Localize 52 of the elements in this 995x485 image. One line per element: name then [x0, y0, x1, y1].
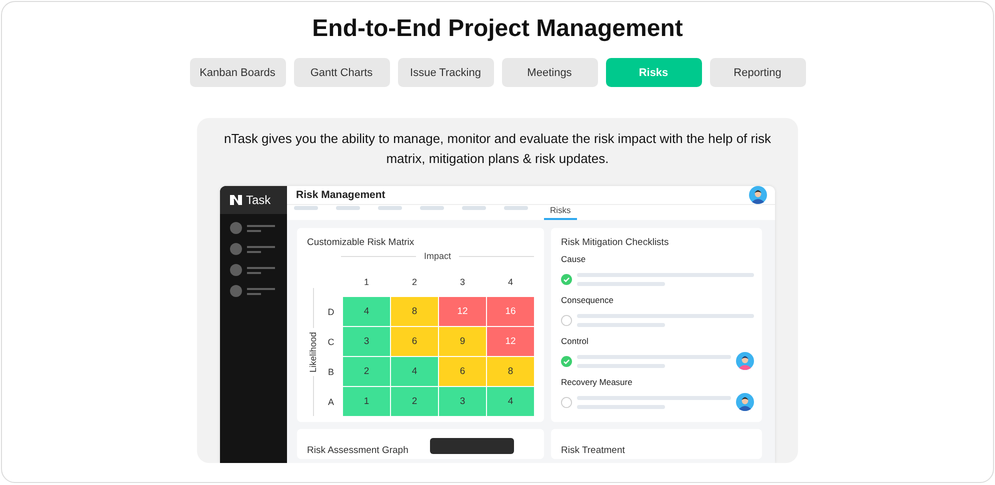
- card-title: Risk Assessment Graph: [307, 445, 408, 456]
- row-header: A: [326, 396, 335, 408]
- column-header: 1: [362, 276, 370, 288]
- checklist-label: Recovery Measure: [561, 377, 634, 387]
- feature-description: nTask gives you the ability to manage, monitor and evaluate the risk impact with the help of risk matrix, mitigation plans & risk updates.: [222, 130, 772, 168]
- feature-tab[interactable]: Issue Tracking: [398, 58, 494, 87]
- row-header: C: [326, 336, 336, 348]
- matrix-cell: 12: [439, 297, 486, 326]
- axis-label: Likelihood: [308, 332, 318, 372]
- column-header: 4: [506, 276, 514, 288]
- logo-text: Task: [246, 193, 271, 207]
- matrix-cell: 6: [391, 327, 438, 356]
- checkbox[interactable]: [561, 314, 572, 326]
- axis-label: Impact: [424, 251, 452, 261]
- matrix-cell: 4: [391, 357, 438, 386]
- column-header: 3: [458, 276, 466, 288]
- matrix-cell: 4: [343, 297, 390, 326]
- feature-tab[interactable]: Kanban Boards: [190, 58, 286, 87]
- column-header: 2: [410, 276, 418, 288]
- feature-tab[interactable]: Meetings: [502, 58, 598, 87]
- matrix-cell: 9: [439, 327, 486, 356]
- avatar-icon: [749, 186, 767, 204]
- matrix-cell: 16: [487, 297, 534, 326]
- app-header-title: Risk Management: [296, 189, 386, 201]
- matrix-cell: 12: [487, 327, 534, 356]
- row-header: B: [326, 366, 335, 378]
- matrix-cell: 6: [439, 357, 486, 386]
- page-title: End-to-End Project Management: [312, 14, 683, 44]
- checklist-label: Control: [561, 336, 590, 346]
- avatar-icon: [736, 393, 754, 411]
- subtab[interactable]: Risks: [544, 205, 577, 220]
- card-title: Customizable Risk Matrix: [307, 237, 416, 248]
- feature-tab[interactable]: Gantt Charts: [294, 58, 390, 87]
- card-title: Risk Treatment: [561, 445, 625, 456]
- matrix-cell: 8: [487, 357, 534, 386]
- logo-icon: [229, 194, 243, 206]
- checkbox[interactable]: [561, 274, 572, 284]
- checkbox[interactable]: [561, 356, 572, 366]
- matrix-cell: 1: [343, 387, 390, 416]
- matrix-cell: 2: [343, 357, 390, 386]
- card-title: Risk Mitigation Checklists: [561, 237, 670, 248]
- matrix-cell: 3: [343, 327, 390, 356]
- matrix-cell: 3: [439, 387, 486, 416]
- matrix-cell: 8: [391, 297, 438, 326]
- feature-tab[interactable]: Reporting: [710, 58, 806, 87]
- checkbox[interactable]: [561, 396, 572, 408]
- row-header: D: [326, 306, 336, 318]
- matrix-cell: 4: [487, 387, 534, 416]
- checklist-label: Cause: [561, 254, 587, 264]
- matrix-cell: 2: [391, 387, 438, 416]
- avatar-icon: [736, 352, 754, 370]
- checklist-label: Consequence: [561, 295, 614, 305]
